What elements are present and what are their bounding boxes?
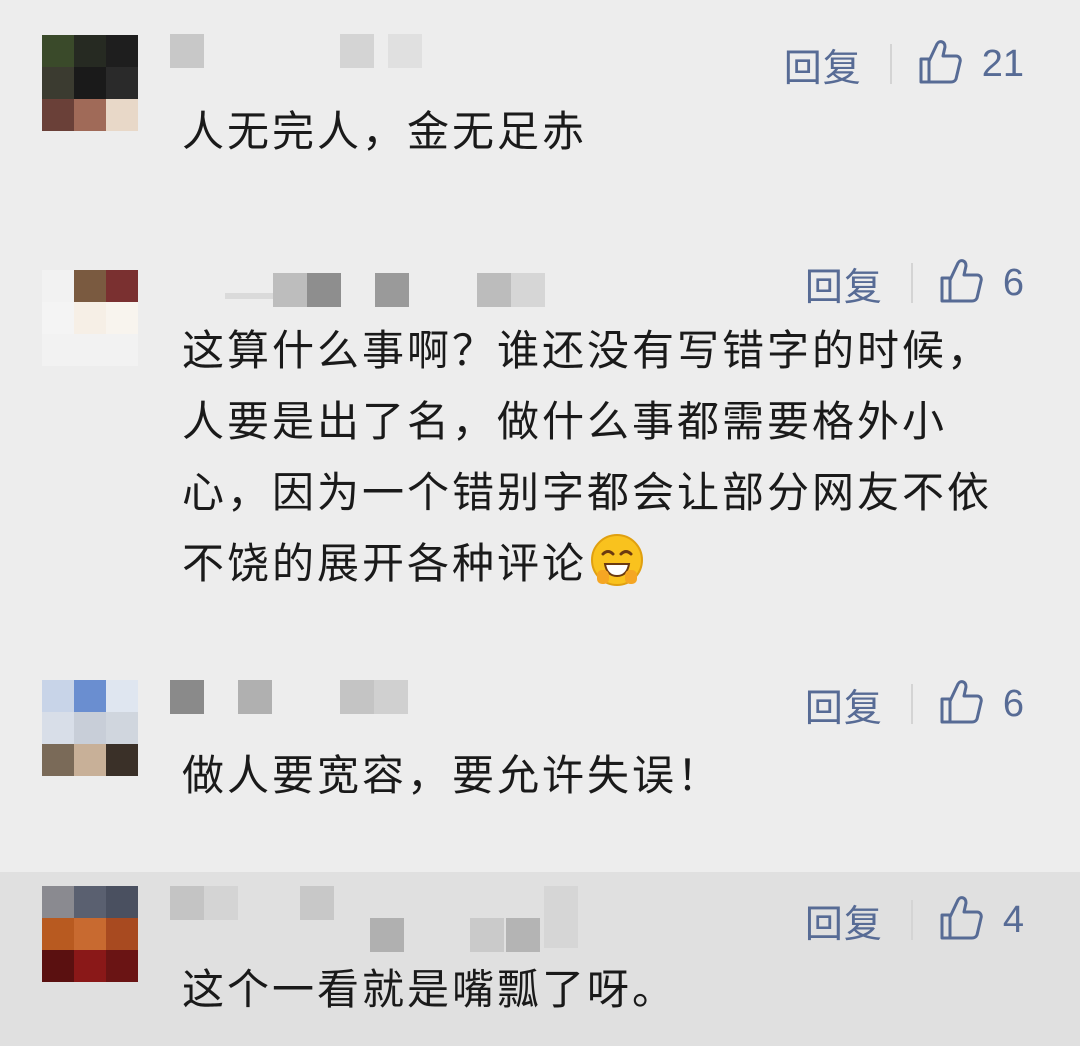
avatar-mosaic-cell <box>74 680 106 712</box>
avatar-mosaic-cell <box>106 334 138 366</box>
avatar-mosaic-cell <box>74 99 106 131</box>
like-count: 4 <box>1002 898 1024 941</box>
avatar-mosaic-cell <box>42 744 74 776</box>
like-count: 6 <box>1002 682 1024 725</box>
comment-actions: 回复 21 <box>784 34 1024 94</box>
avatar-mosaic-cell <box>42 712 74 744</box>
thumbs-up-icon <box>918 39 962 89</box>
avatar-mosaic-cell <box>42 950 74 982</box>
avatar-mosaic-cell <box>42 67 74 99</box>
avatar-mosaic-cell <box>42 334 74 366</box>
avatar[interactable] <box>42 680 138 776</box>
avatar-mosaic-cell <box>106 302 138 334</box>
comment-item: 回复 6 这算什么事啊？谁还没有写错字的时候，人要是出了名，做什么事都需要格外小… <box>0 215 1080 660</box>
avatar-mosaic-cell <box>74 67 106 99</box>
avatar-mosaic-cell <box>74 950 106 982</box>
thumbs-up-icon <box>939 679 983 729</box>
avatar-mosaic-cell <box>74 270 106 302</box>
avatar[interactable] <box>42 35 138 131</box>
avatar-mosaic-cell <box>106 712 138 744</box>
reply-button[interactable]: 回复 <box>805 893 883 948</box>
comment-item: 回复 4 这个一看就是嘴瓢了呀。 <box>0 872 1080 1046</box>
avatar-mosaic-cell <box>106 744 138 776</box>
like-button[interactable]: 6 <box>939 258 1024 308</box>
avatar[interactable] <box>42 270 138 366</box>
thumbs-up-icon <box>939 258 983 308</box>
comment-text: 人无完人，金无足赤 <box>182 107 588 156</box>
like-count: 6 <box>1002 261 1024 304</box>
avatar-mosaic-cell <box>42 99 74 131</box>
avatar-mosaic-cell <box>74 918 106 950</box>
avatar-mosaic-cell <box>42 35 74 67</box>
avatar-mosaic-cell <box>106 35 138 67</box>
username-blurred[interactable] <box>170 882 590 952</box>
avatar-mosaic-cell <box>42 680 74 712</box>
comment-actions: 回复 6 <box>805 674 1024 734</box>
thumbs-up-icon <box>939 895 983 945</box>
comment-text: 这个一看就是嘴瓢了呀。 <box>182 965 678 1014</box>
avatar-mosaic-cell <box>42 270 74 302</box>
avatar-mosaic-cell <box>74 334 106 366</box>
comment-actions: 回复 4 <box>805 890 1024 950</box>
avatar-mosaic-cell <box>74 886 106 918</box>
comment-item: 回复 6 做人要宽容，要允许失误！ <box>0 660 1080 872</box>
comment-text: 做人要宽容，要允许失误！ <box>182 751 723 800</box>
avatar-mosaic-cell <box>106 99 138 131</box>
comment-actions: 回复 6 <box>805 253 1024 313</box>
avatar-mosaic-cell <box>42 918 74 950</box>
like-button[interactable]: 21 <box>918 39 1024 89</box>
username-blurred[interactable] <box>170 676 470 732</box>
avatar-mosaic-cell <box>106 680 138 712</box>
avatar-mosaic-cell <box>106 886 138 918</box>
divider <box>910 684 913 724</box>
grinning-face-emoji <box>589 532 645 588</box>
avatar-mosaic-cell <box>74 744 106 776</box>
avatar-mosaic-cell <box>74 35 106 67</box>
avatar-mosaic-cell <box>106 918 138 950</box>
like-button[interactable]: 6 <box>939 679 1024 729</box>
divider <box>910 263 913 303</box>
comment-text: 这算什么事啊？谁还没有写错字的时候，人要是出了名，做什么事都需要格外小心，因为一… <box>182 315 1032 599</box>
avatar-mosaic-cell <box>74 302 106 334</box>
comment-text-body: 这算什么事啊？谁还没有写错字的时候，人要是出了名，做什么事都需要格外小心，因为一… <box>182 326 993 588</box>
username-blurred[interactable] <box>170 30 470 86</box>
avatar-mosaic-cell <box>106 950 138 982</box>
avatar-mosaic-cell <box>106 270 138 302</box>
avatar[interactable] <box>42 886 138 982</box>
avatar-mosaic-cell <box>106 67 138 99</box>
reply-button[interactable]: 回复 <box>784 37 862 92</box>
like-button[interactable]: 4 <box>939 895 1024 945</box>
avatar-mosaic-cell <box>42 302 74 334</box>
divider <box>910 900 913 940</box>
reply-button[interactable]: 回复 <box>805 677 883 732</box>
comment-item: 回复 21 人无完人，金无足赤 <box>0 0 1080 215</box>
divider <box>889 44 892 84</box>
avatar-mosaic-cell <box>74 712 106 744</box>
avatar-mosaic-cell <box>42 886 74 918</box>
reply-button[interactable]: 回复 <box>805 256 883 311</box>
like-count: 21 <box>981 42 1024 85</box>
